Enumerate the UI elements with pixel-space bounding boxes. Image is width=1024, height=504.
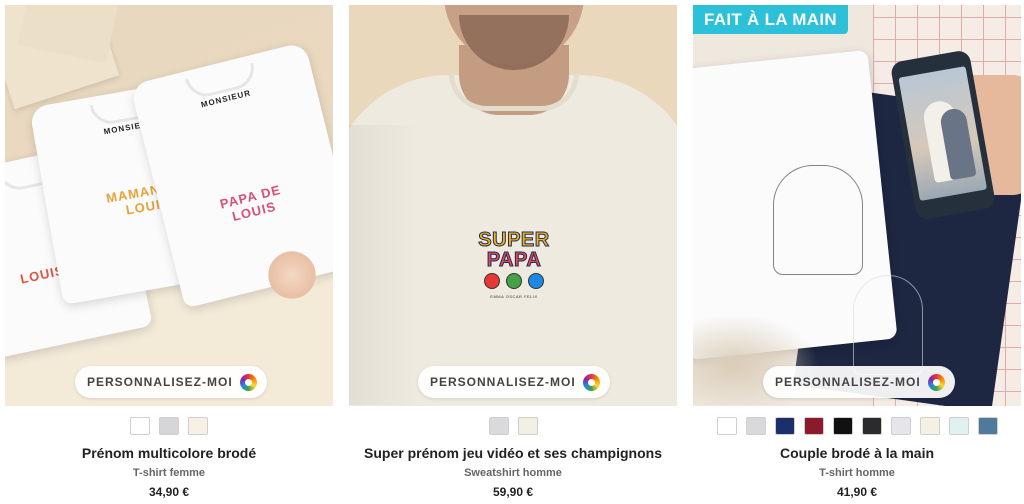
color-swatches [5, 417, 333, 435]
product-title[interactable]: Super prénom jeu vidéo et ses champignon… [349, 445, 677, 461]
color-swatch[interactable] [745, 417, 766, 435]
super-papa-print: SUPER PAPA EMMA OSCAR FELIX [469, 229, 559, 300]
product-image[interactable]: LOUIS MONSIEUR MAMAN DE LOUIS MONSIEUR P… [5, 5, 333, 406]
print-word: SUPER [478, 229, 550, 251]
color-swatches [693, 417, 1021, 435]
product-price: 59,90 € [492, 485, 534, 499]
mushroom-icon [506, 273, 522, 289]
color-swatches [349, 417, 677, 435]
color-swatch[interactable] [977, 417, 998, 435]
color-swatch[interactable] [188, 417, 208, 435]
color-wheel-icon [239, 373, 257, 391]
color-swatch[interactable] [832, 417, 853, 435]
color-swatch[interactable] [803, 417, 824, 435]
print-word: PAPA [486, 249, 542, 271]
color-swatch[interactable] [130, 417, 150, 435]
color-swatch[interactable] [716, 417, 737, 435]
mushroom-icon [484, 273, 500, 289]
personalize-label: PERSONNALISEZ-MOI [775, 375, 921, 389]
print-name: FELIX [524, 294, 538, 299]
product-price: 41,90 € [836, 485, 878, 499]
dried-flower [267, 245, 317, 305]
personalize-label: PERSONNALISEZ-MOI [87, 375, 233, 389]
product-type: T-shirt homme [819, 467, 895, 479]
personalize-label: PERSONNALISEZ-MOI [430, 375, 576, 389]
color-swatch[interactable] [517, 417, 538, 435]
embroidered-couple-art [773, 165, 863, 275]
color-wheel-icon [582, 373, 600, 391]
personalize-button[interactable]: PERSONNALISEZ-MOI [75, 366, 267, 398]
color-swatch[interactable] [948, 417, 969, 435]
color-swatch[interactable] [159, 417, 179, 435]
product-title[interactable]: Couple brodé à la main [693, 445, 1021, 461]
product-card[interactable]: FAIT À LA MAIN PERSONNALISEZ-MOI Couple … [693, 5, 1021, 504]
print-name: EMMA [490, 294, 505, 299]
product-grid: LOUIS MONSIEUR MAMAN DE LOUIS MONSIEUR P… [5, 5, 1021, 504]
product-card[interactable]: LOUIS MONSIEUR MAMAN DE LOUIS MONSIEUR P… [5, 5, 333, 504]
embroidered-couple-art [853, 275, 923, 375]
color-swatch[interactable] [488, 417, 509, 435]
product-image[interactable]: SUPER PAPA EMMA OSCAR FELIX PERSONNALISE… [349, 5, 677, 406]
product-image[interactable]: FAIT À LA MAIN PERSONNALISEZ-MOI [693, 5, 1021, 406]
color-wheel-icon [927, 373, 945, 391]
mushroom-icon [528, 273, 544, 289]
print-name: OSCAR [505, 294, 523, 299]
personalize-button[interactable]: PERSONNALISEZ-MOI [418, 366, 610, 398]
product-type: Sweatshirt homme [464, 467, 562, 479]
product-type: T-shirt femme [132, 467, 206, 479]
personalize-button[interactable]: PERSONNALISEZ-MOI [763, 366, 955, 398]
embroidery-text: PAPA DE LOUIS [218, 182, 283, 225]
color-swatch[interactable] [919, 417, 940, 435]
color-swatch[interactable] [774, 417, 795, 435]
product-price: 34,90 € [148, 485, 190, 499]
color-swatch[interactable] [890, 417, 911, 435]
color-swatch[interactable] [861, 417, 882, 435]
handmade-badge: FAIT À LA MAIN [693, 5, 848, 34]
product-title[interactable]: Prénom multicolore brodé [5, 445, 333, 461]
product-card[interactable]: SUPER PAPA EMMA OSCAR FELIX PERSONNALISE… [349, 5, 677, 504]
